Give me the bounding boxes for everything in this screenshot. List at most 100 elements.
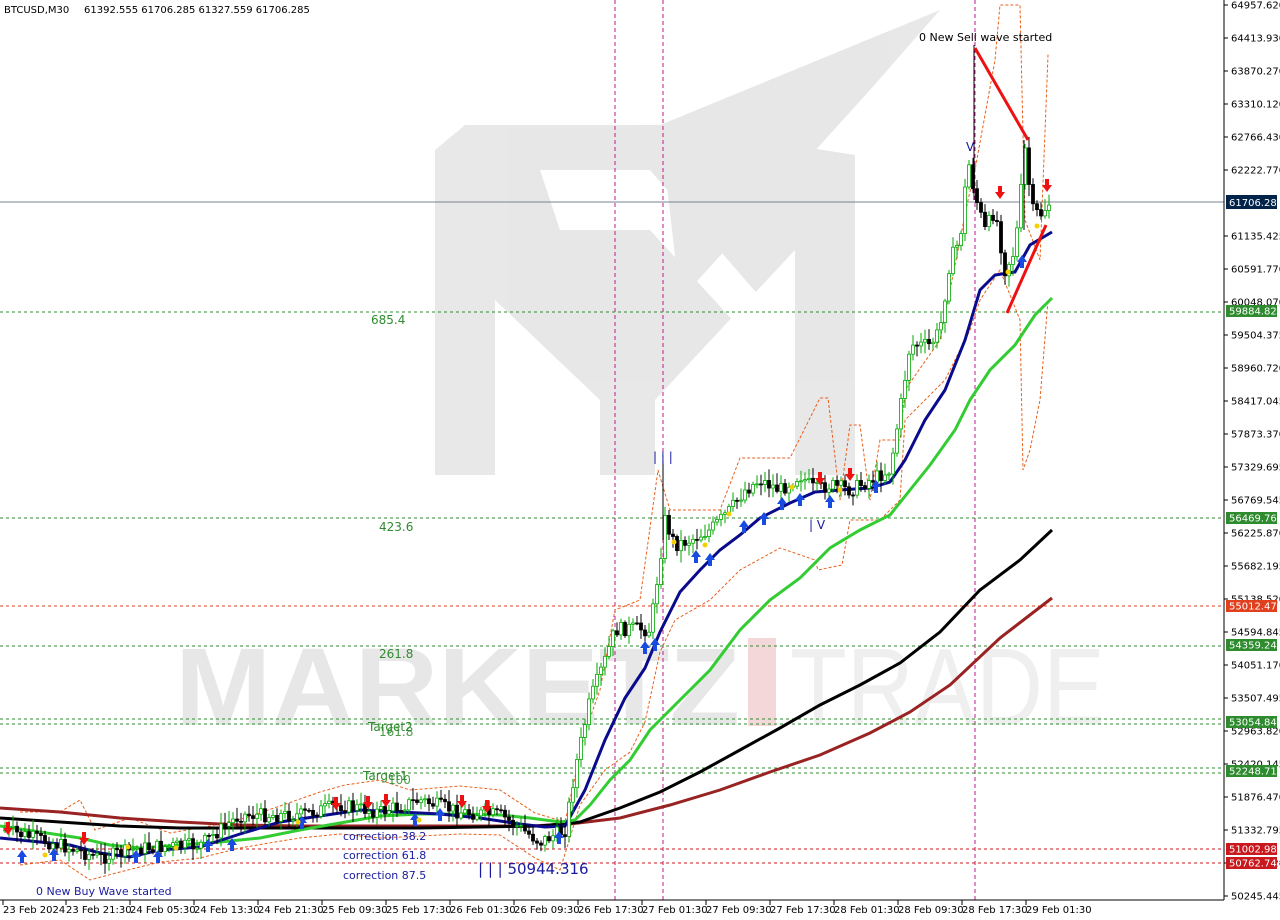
price-tick-label: 61135.425: [1231, 232, 1280, 243]
candle-body: [599, 666, 603, 675]
candle-body: [771, 484, 775, 489]
candle-body: [35, 830, 39, 834]
candle-body: [1027, 147, 1031, 185]
candle-body: [271, 814, 275, 818]
candle-body: [847, 486, 851, 496]
time-tick-label: 28 Feb 01:30: [834, 905, 900, 916]
candle-body: [367, 810, 371, 814]
signal-dot: [1005, 269, 1011, 275]
candle-body: [375, 808, 379, 818]
time-tick-label: 26 Feb 01:30: [450, 905, 516, 916]
candle-body: [723, 512, 727, 515]
wave-marker-4: | V: [809, 518, 826, 532]
candle-body: [571, 787, 575, 803]
candle-body: [383, 806, 387, 815]
candle-body: [739, 499, 743, 502]
time-tick-label: 28 Feb 17:30: [962, 905, 1028, 916]
time-tick-label: 26 Feb 09:30: [514, 905, 580, 916]
candle-body: [691, 538, 695, 544]
candle-body: [959, 233, 963, 246]
time-tick-label: 27 Feb 01:30: [642, 905, 708, 916]
candle-body: [703, 536, 707, 538]
candle-body: [507, 816, 511, 821]
candle-body: [643, 629, 647, 637]
candle-body: [995, 220, 999, 223]
candle-body: [347, 800, 351, 813]
candle-body: [707, 529, 711, 537]
candle-body: [987, 214, 991, 227]
level-tag-label: 54359.243: [1229, 641, 1280, 652]
price-tick-label: 57329.695: [1231, 463, 1280, 474]
candle-body: [187, 838, 191, 841]
signal-dot: [702, 542, 708, 548]
correction-38: correction 38.2: [343, 830, 426, 843]
signal-dot: [173, 845, 179, 851]
candle-body: [975, 188, 979, 204]
candle-body: [567, 801, 571, 837]
candle-body: [943, 300, 947, 323]
candle-body: [731, 499, 735, 507]
candle-body: [139, 847, 143, 854]
candle-body: [355, 804, 359, 811]
candle-body: [259, 808, 263, 815]
candle-body: [603, 655, 607, 668]
candle-body: [907, 353, 911, 381]
candle-body: [103, 854, 107, 864]
candle-body: [75, 849, 79, 852]
candle-body: [151, 849, 155, 853]
time-tick-label: 28 Feb 09:30: [898, 905, 964, 916]
candle-body: [831, 480, 835, 490]
buy-wave-note: 0 New Buy Wave started: [36, 885, 172, 898]
signal-dot: [416, 817, 422, 823]
price-tick-label: 64413.930: [1231, 34, 1280, 45]
candle-body: [295, 813, 299, 821]
candle-body: [543, 836, 547, 846]
candle-body: [227, 822, 231, 827]
price-tick-label: 59504.375: [1231, 331, 1280, 342]
candle-body: [451, 804, 455, 812]
candle-body: [195, 847, 199, 850]
candle-body: [851, 494, 855, 497]
candle-body: [607, 646, 611, 657]
candle-body: [815, 481, 819, 484]
candle-body: [71, 848, 75, 852]
candle-body: [59, 839, 63, 849]
candle-body: [879, 470, 883, 481]
candle-body: [1047, 204, 1051, 211]
candle-body: [135, 847, 139, 850]
current-price-tag: 61706.285: [1226, 195, 1280, 209]
candle-body: [167, 845, 171, 848]
price-tick-label: 54594.845: [1231, 628, 1280, 639]
signal-dot: [1034, 223, 1040, 229]
level-tag-label: 51002.984: [1229, 845, 1280, 856]
candle-body: [159, 840, 163, 852]
candle-body: [339, 805, 343, 811]
candle-body: [231, 818, 235, 824]
candle-body: [255, 813, 259, 819]
candle-body: [651, 603, 655, 633]
candle-body: [19, 831, 23, 837]
candle-body: [391, 802, 395, 812]
candle-body: [323, 803, 327, 807]
candle-body: [471, 814, 475, 820]
candle-body: [415, 799, 419, 803]
signal-dot: [671, 539, 677, 545]
fib-label-100: 100: [388, 773, 411, 787]
price-chart[interactable]: MARKETZ TRADE | | | | V V 685.4 423.6 26…: [0, 0, 1280, 920]
candle-body: [631, 622, 635, 625]
candle-body: [939, 322, 943, 331]
wave-marker-top: V: [966, 140, 975, 154]
candle-body: [1039, 209, 1043, 217]
candle-body: [635, 622, 639, 625]
candle-body: [315, 814, 319, 817]
candle-body: [199, 841, 203, 849]
candle-body: [467, 809, 471, 815]
time-tick-label: 25 Feb 09:30: [322, 905, 388, 916]
candle-body: [215, 834, 219, 839]
candle-body: [755, 483, 759, 486]
price-tick-label: 63870.270: [1231, 67, 1280, 78]
candle-body: [43, 835, 47, 844]
chart-window: MARKETZ TRADE | | | | V V 685.4 423.6 26…: [0, 0, 1280, 920]
price-tick-label: 63310.120: [1231, 100, 1280, 111]
candle-body: [435, 797, 439, 807]
